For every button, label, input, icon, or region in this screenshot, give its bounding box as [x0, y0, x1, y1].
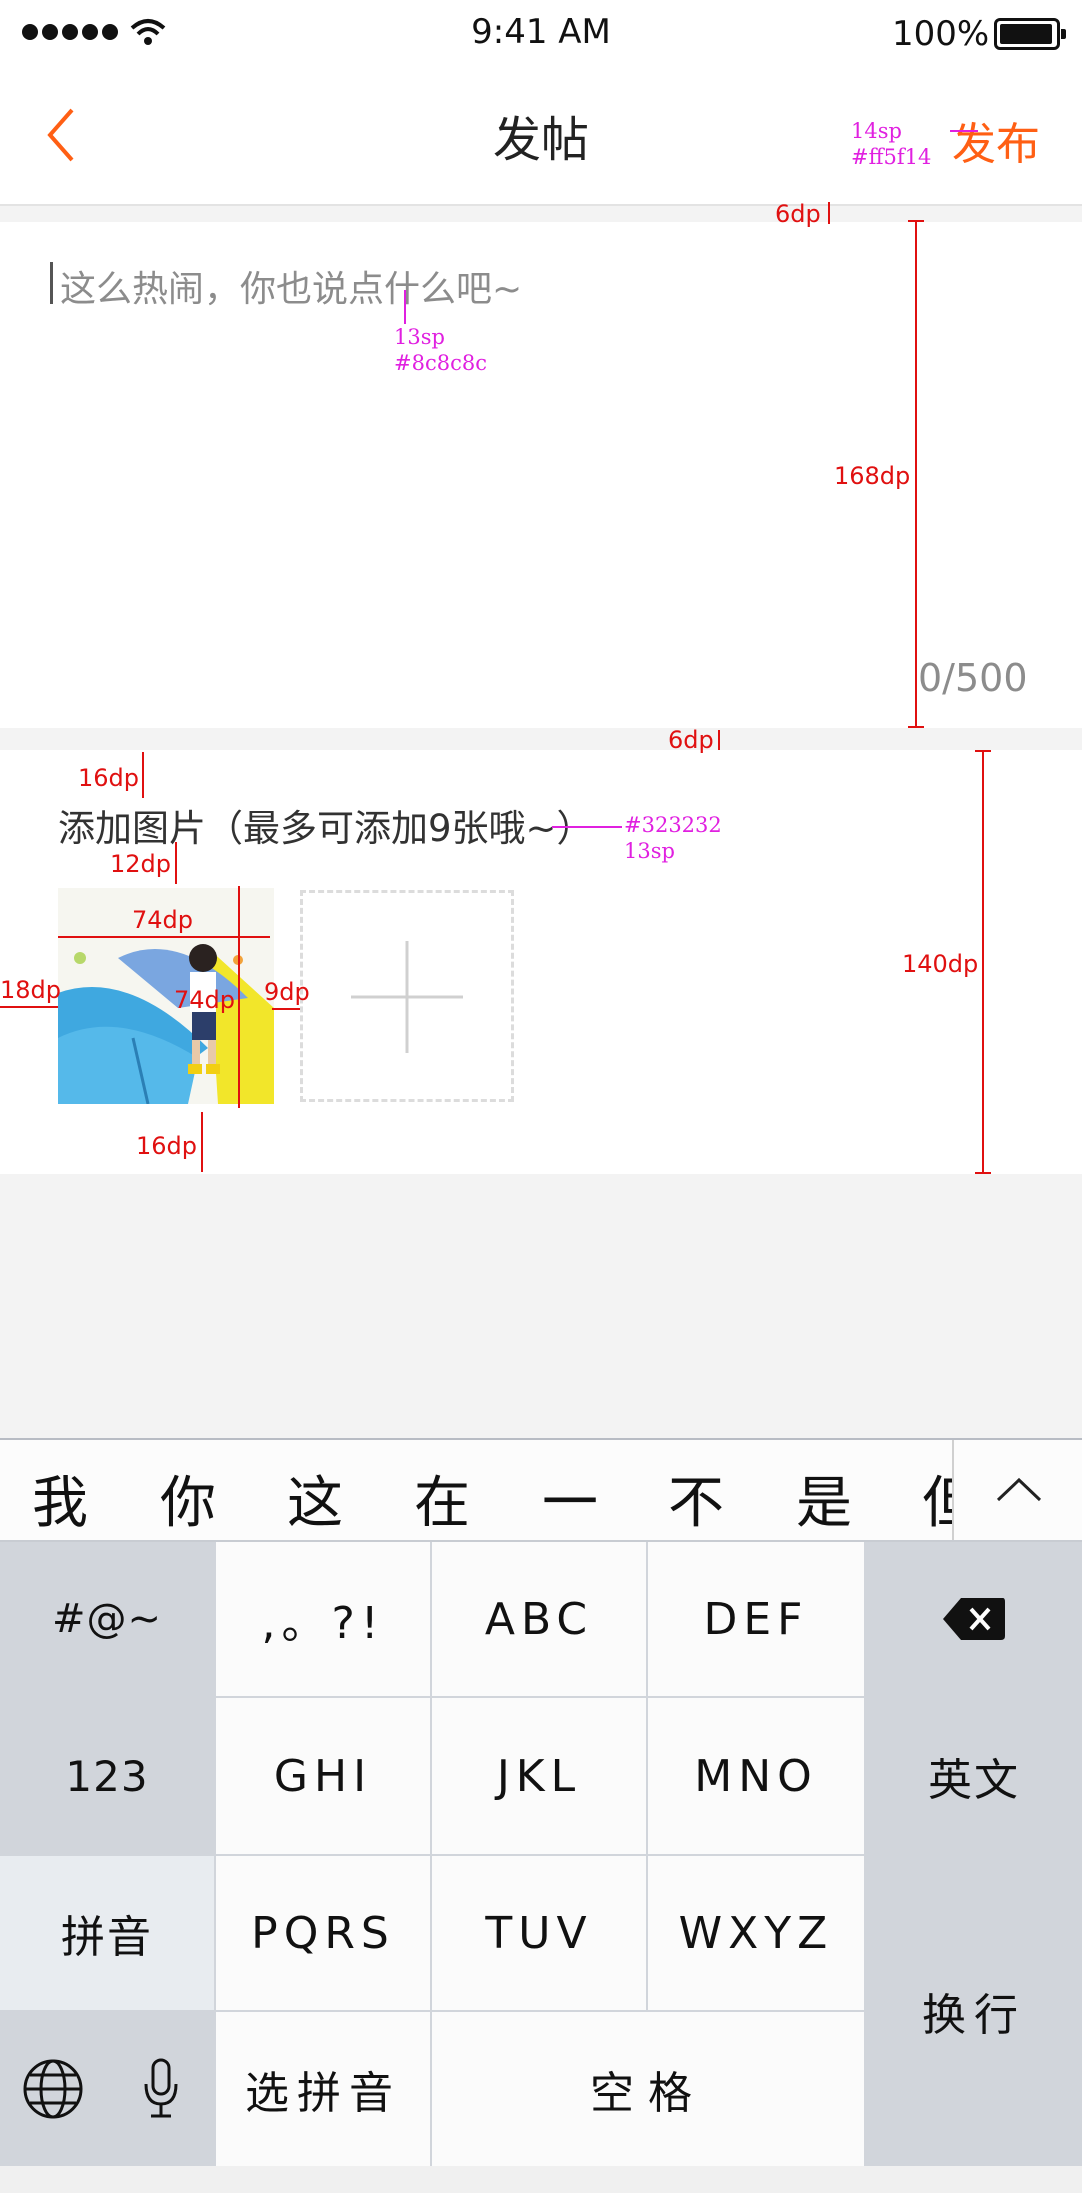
divider [952, 1440, 954, 1540]
key-mic[interactable] [108, 2012, 214, 2166]
gap-annotation: 9dp [264, 978, 310, 1006]
char-counter: 0/500 [918, 656, 1028, 700]
measure-line [238, 886, 240, 1108]
image-section-title: 添加图片（最多可添加9张哦~） [58, 807, 594, 850]
editor-height-annotation: 168dp [834, 462, 911, 490]
measure-tick [975, 1172, 991, 1174]
placeholder-spec-annotation: 13sp #8c8c8c [394, 325, 487, 375]
annotation-line [552, 826, 622, 828]
key-english[interactable]: 英文 [866, 1698, 1082, 1854]
add-image-button[interactable] [300, 890, 514, 1102]
key-symbols[interactable]: #@~ [0, 1542, 214, 1696]
nav-bar: 发帖 发布 14sp #ff5f14 [0, 70, 1082, 206]
status-bar: 9:41 AM 100% [0, 0, 1082, 70]
key-ghi[interactable]: GHI [216, 1698, 430, 1854]
measure-line [982, 750, 984, 1174]
plus-icon [351, 941, 463, 1053]
padding-annotation: 18dp [0, 976, 62, 1004]
backspace-icon [943, 1598, 1005, 1640]
globe-icon [23, 2059, 83, 2119]
candidate-word[interactable]: 是 [796, 1458, 852, 1539]
post-editor[interactable]: 这么热闹，你也说点什么吧~ 0/500 [0, 222, 1082, 728]
thumb-height-annotation: 74dp [174, 986, 236, 1014]
padding-annotation: 12dp [110, 850, 172, 878]
key-select-pinyin[interactable]: 选拼音 [216, 2012, 430, 2166]
padding-annotation: 16dp [78, 764, 140, 792]
annotation-line [404, 290, 406, 324]
key-wxyz[interactable]: WXYZ [648, 1856, 864, 2010]
key-pqrs[interactable]: PQRS [216, 1856, 430, 2010]
title-spec-annotation: #323232 13sp [624, 813, 722, 863]
measure-tick [908, 220, 924, 222]
measure-line [718, 730, 720, 750]
measure-line [175, 842, 177, 884]
gap-annotation: 6dp [775, 200, 821, 228]
key-abc[interactable]: ABC [432, 1542, 646, 1696]
key-punctuation[interactable]: ,。?! [216, 1542, 430, 1696]
publish-button[interactable]: 发布 [952, 108, 1040, 172]
key-space[interactable]: 空格 [432, 2012, 864, 2166]
measure-line [201, 1112, 203, 1172]
battery-percent: 100% [892, 14, 990, 54]
key-tuv[interactable]: TUV [432, 1856, 646, 2010]
thumb-width-annotation: 74dp [132, 906, 194, 934]
bottom-edge [0, 2166, 1082, 2193]
key-jkl[interactable]: JKL [432, 1698, 646, 1854]
expand-candidates-icon[interactable] [996, 1476, 1042, 1502]
measure-line [272, 1008, 300, 1010]
annotation-line [950, 130, 978, 132]
battery-icon [994, 18, 1066, 50]
text-cursor [50, 262, 53, 304]
candidate-word[interactable]: 我 [32, 1458, 88, 1539]
gap-annotation: 6dp [668, 726, 714, 754]
candidate-word-clipped[interactable]: 但 [922, 1458, 952, 1534]
measure-line [828, 202, 830, 224]
candidate-word[interactable]: 一 [542, 1458, 598, 1539]
microphone-icon [144, 2058, 178, 2118]
key-return[interactable]: 换行 [866, 1856, 1082, 2166]
key-delete[interactable] [866, 1542, 1082, 1696]
measure-tick [908, 726, 924, 728]
key-pinyin[interactable]: 拼音 [0, 1856, 214, 2010]
candidate-word[interactable]: 不 [668, 1458, 724, 1539]
key-globe[interactable] [0, 2012, 106, 2166]
key-123[interactable]: 123 [0, 1698, 214, 1854]
publish-spec-annotation: 14sp #ff5f14 [851, 119, 932, 169]
measure-tick [975, 750, 991, 752]
key-def[interactable]: DEF [648, 1542, 864, 1696]
editor-placeholder[interactable]: 这么热闹，你也说点什么吧~ [60, 260, 522, 312]
padding-annotation: 16dp [136, 1132, 198, 1160]
section-height-annotation: 140dp [902, 950, 979, 978]
measure-line [0, 1006, 58, 1008]
candidate-word[interactable]: 在 [414, 1458, 470, 1539]
measure-line [142, 752, 144, 798]
candidate-word[interactable]: 这 [287, 1458, 343, 1539]
candidate-word[interactable]: 你 [160, 1458, 216, 1539]
measure-line [915, 220, 917, 728]
key-mno[interactable]: MNO [648, 1698, 864, 1854]
